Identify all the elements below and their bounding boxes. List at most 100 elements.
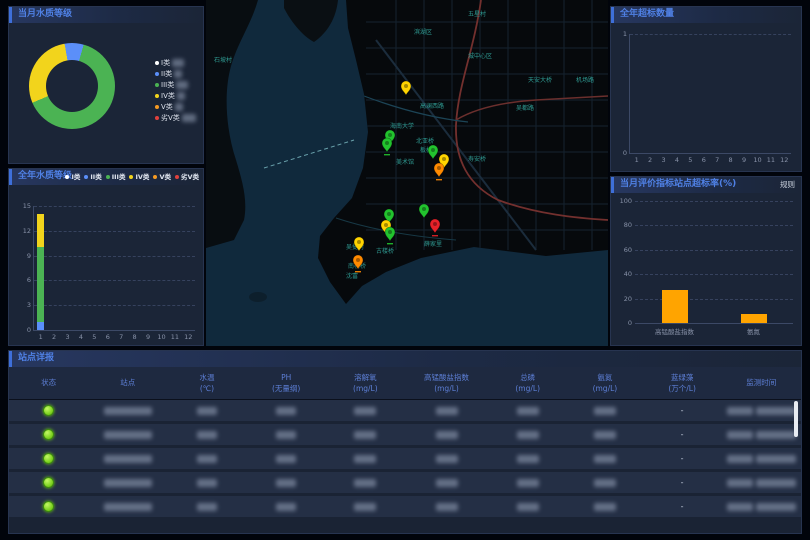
redacted-time (756, 479, 796, 487)
col-algae: 蓝绿藻(万个/L) (643, 372, 722, 395)
col-dissolved-oxygen: 溶解氧(mg/L) (326, 372, 405, 395)
redacted-time (756, 503, 796, 511)
legend-dot (106, 175, 110, 179)
status-normal-icon (43, 477, 54, 488)
panel-exceedance-rate: 当月评价指标站点超标率(%) 规则 020406080100高锰酸盐指数氨氮 (610, 176, 802, 346)
redacted-value (436, 503, 458, 511)
map-label: 滨湖区 (414, 28, 432, 36)
water-grade-donut-chart (29, 43, 115, 129)
legend-item[interactable]: I类 (65, 170, 80, 185)
col-permanganate-index: 高锰酸盐指数(mg/L) (405, 372, 488, 395)
redacted-station-name (104, 407, 152, 415)
redacted-value (197, 407, 217, 415)
legend-item[interactable]: II类 (155, 68, 196, 79)
redacted-value (517, 431, 539, 439)
table-row[interactable]: - (9, 472, 801, 493)
redacted-time (756, 455, 796, 463)
redacted-date (727, 407, 753, 415)
status-normal-icon (43, 405, 54, 416)
redacted-date (727, 503, 753, 511)
col-ph: PH(无量纲) (247, 372, 326, 395)
redacted-value (517, 503, 539, 511)
legend-item[interactable]: V类 (155, 101, 196, 112)
panel-station-report: 站点详报 状态 站点 水温(℃) PH(无量纲) 溶解氧(mg/L) 高锰酸盐指… (8, 350, 802, 534)
redacted-value (594, 479, 616, 487)
legend-item[interactable]: I类 (155, 57, 196, 68)
exceedance-rate-chart: 020406080100高锰酸盐指数氨氮 (635, 201, 793, 324)
algae-value: - (681, 454, 684, 463)
legend-dot (153, 175, 157, 179)
panel-title: 当月水质等级 (9, 7, 203, 23)
table-row[interactable]: - (9, 496, 801, 517)
redacted-value (276, 407, 296, 415)
table-row[interactable]: - (9, 400, 801, 421)
redacted-station-name (104, 431, 152, 439)
legend-dot (175, 175, 179, 179)
legend-item[interactable]: II类 (84, 170, 101, 185)
redacted-station-name (104, 479, 152, 487)
map-label: 高澜西路 (420, 102, 444, 110)
map-label: 美术馆 (396, 158, 414, 166)
legend-item[interactable]: III类 (106, 170, 126, 185)
panel-title: 全年水质等级 I类 II类 III类 IV类 V类 劣V类 (9, 169, 203, 185)
panel-year-water-grade: 全年水质等级 I类 II类 III类 IV类 V类 劣V类 0369121512… (8, 168, 204, 346)
table-scrollbar[interactable] (794, 401, 798, 437)
table-header-row: 状态 站点 水温(℃) PH(无量纲) 溶解氧(mg/L) 高锰酸盐指数(mg/… (9, 367, 801, 400)
col-ammonia-nitrogen: 氨氮(mg/L) (567, 372, 642, 395)
col-monitor-time: 监测时间 (722, 377, 801, 388)
redacted-value (594, 455, 616, 463)
redacted-value (594, 503, 616, 511)
map-label: 海南大学 (390, 122, 414, 130)
redacted-value (172, 59, 184, 67)
legend-item[interactable]: V类 (153, 170, 171, 185)
legend-dot (155, 83, 159, 87)
redacted-value (197, 455, 217, 463)
map-label: 天安大桥 (528, 76, 552, 84)
algae-value: - (681, 502, 684, 511)
legend-item[interactable]: 劣V类 (175, 170, 199, 185)
redacted-value (174, 70, 182, 78)
legend-item[interactable]: IV类 (129, 170, 149, 185)
redacted-value (594, 407, 616, 415)
table-row[interactable]: - (9, 448, 801, 469)
redacted-date (727, 455, 753, 463)
redacted-value (436, 479, 458, 487)
legend-dot (129, 175, 133, 179)
panel-title: 全年超标数量 (611, 7, 801, 23)
legend-dot (65, 175, 69, 179)
redacted-value (354, 407, 376, 415)
redacted-value (354, 431, 376, 439)
redacted-value (517, 455, 539, 463)
legend-dot (84, 175, 88, 179)
rules-link[interactable]: 规则 (780, 177, 795, 193)
redacted-value (354, 455, 376, 463)
redacted-value (197, 503, 217, 511)
redacted-value (276, 431, 296, 439)
redacted-value (436, 455, 458, 463)
redacted-time (756, 431, 796, 439)
redacted-value (354, 503, 376, 511)
exceedance-chart: 01123456789101112 (629, 34, 791, 154)
map-islet (249, 292, 267, 302)
table-row[interactable]: - (9, 424, 801, 445)
map-canvas: 石坡村五星村滨湖区城中心区天安大桥机场路高澜西路吴都路海南大学北亚桥板桥寿安桥美… (206, 0, 608, 346)
redacted-value (354, 479, 376, 487)
algae-value: - (681, 406, 684, 415)
status-normal-icon (43, 453, 54, 464)
redacted-time (756, 407, 796, 415)
legend-dot (155, 105, 159, 109)
legend-item[interactable]: 劣V类 (155, 112, 196, 123)
legend-item[interactable]: IV类 (155, 90, 196, 101)
map-label: 薛家里 (424, 240, 442, 248)
redacted-value (276, 479, 296, 487)
redacted-value (276, 455, 296, 463)
month-grade-title: 当月水质等级 (18, 9, 72, 19)
map-label: 石坡村 (214, 56, 232, 64)
redacted-value (517, 407, 539, 415)
status-normal-icon (43, 429, 54, 440)
redacted-value (177, 92, 185, 100)
redacted-value (197, 431, 217, 439)
redacted-date (727, 479, 753, 487)
station-map[interactable]: 石坡村五星村滨湖区城中心区天安大桥机场路高澜西路吴都路海南大学北亚桥板桥寿安桥美… (206, 0, 608, 346)
legend-item[interactable]: III类 (155, 79, 196, 90)
